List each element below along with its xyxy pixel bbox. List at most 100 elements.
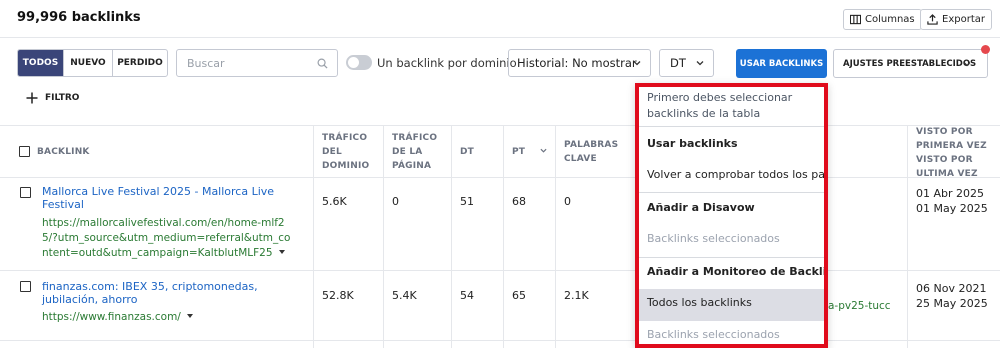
dropdown-divider: [639, 257, 824, 258]
search-input[interactable]: [187, 50, 317, 76]
keywords-value: 2.1K: [564, 289, 589, 302]
header-divider: [0, 37, 1000, 38]
column-divider: [555, 125, 556, 348]
backlink-url-line: 5/?utm_source&utm_medium=referral&utm_co: [42, 232, 291, 244]
header-pt[interactable]: PT: [512, 145, 548, 159]
dropdown-divider: [639, 192, 824, 193]
column-divider: [383, 125, 384, 348]
section-add-monitoring: Añadir a Monitoreo de Backlinks: [647, 265, 827, 278]
search-icon[interactable]: [317, 58, 328, 69]
page-traffic-value: 5.4K: [392, 289, 417, 302]
page-traffic-value: 0: [392, 195, 399, 208]
history-select[interactable]: Historial: No mostrar: [508, 49, 651, 77]
chevron-down-icon: [963, 62, 971, 67]
backlink-title-link[interactable]: finanzas.com: IBEX 35, criptomonedas, ju…: [42, 280, 258, 306]
header-keywords[interactable]: PALABRAS CLAVE: [564, 138, 618, 166]
notification-dot: [981, 45, 990, 54]
export-label: Exportar: [942, 14, 985, 25]
first-seen-date: 01 Abr 2025: [916, 187, 985, 200]
caret-down-icon[interactable]: [278, 250, 285, 254]
segment-todos[interactable]: TODOS: [18, 50, 64, 76]
dropdown-divider: [639, 126, 824, 127]
monitor-selected-item[interactable]: Backlinks seleccionados: [647, 328, 780, 341]
table-header-border: [0, 177, 1000, 178]
header-keywords-line: CLAVE: [564, 154, 597, 164]
header-seen[interactable]: VISTO POR PRIMERA VEZ VISTO POR ULTIMA V…: [916, 125, 987, 181]
columns-button[interactable]: Columnas: [843, 9, 922, 30]
presets-button[interactable]: AJUSTES PREESTABLECIDOS: [833, 49, 988, 78]
row-checkbox[interactable]: [20, 187, 31, 198]
header-page-traffic-line: PÁGINA: [392, 161, 432, 171]
header-domain-traffic-line: DEL: [322, 147, 342, 157]
dt-select[interactable]: DT: [659, 49, 714, 77]
one-per-domain-toggle[interactable]: [346, 55, 372, 70]
header-dt[interactable]: DT: [460, 145, 474, 159]
header-pt-label: PT: [512, 147, 526, 157]
header-seen-line: ULTIMA VEZ: [916, 169, 978, 179]
seen-dates: 06 Nov 2021 25 May 2025: [916, 281, 988, 311]
recheck-all-item[interactable]: Volver a comprobar todos los par...: [647, 168, 824, 181]
header-domain-traffic-line: DOMINIO: [322, 161, 370, 171]
backlink-url-text: https://www.finanzas.com/: [42, 311, 181, 323]
use-backlinks-button[interactable]: USAR BACKLINKS: [736, 49, 827, 78]
export-button[interactable]: Exportar: [920, 9, 992, 30]
dropdown-note: Primero debes seleccionar backlinks de l…: [647, 90, 792, 122]
backlink-title-line: finanzas.com: IBEX 35, criptomonedas,: [42, 280, 258, 293]
plus-icon: [26, 92, 38, 104]
domain-traffic-value: 52.8K: [322, 289, 354, 302]
filter-label: FILTRO: [45, 93, 80, 103]
monitor-all-item[interactable]: Todos los backlinks: [647, 296, 752, 309]
backlink-title-link[interactable]: Mallorca Live Festival 2025 - Mallorca L…: [42, 185, 274, 211]
row-divider: [0, 270, 1000, 271]
dropdown-note-line: Primero debes seleccionar: [647, 91, 793, 104]
header-backlink[interactable]: BACKLINK: [37, 145, 90, 159]
columns-icon: [850, 14, 861, 25]
upload-icon: [927, 14, 938, 25]
caret-down-icon[interactable]: [186, 314, 193, 318]
header-page-traffic-line: DE LA: [392, 147, 423, 157]
segment-control: TODOS NUEVO PERDIDO: [17, 49, 168, 77]
header-domain-traffic[interactable]: TRÁFICO DEL DOMINIO: [322, 131, 369, 173]
dt-value: 54: [460, 289, 474, 302]
backlink-url-line: ntent=outd&utm_campaign=KaltblutMLF25: [42, 246, 290, 261]
header-page-traffic[interactable]: TRÁFICO DE LA PÁGINA: [392, 131, 437, 173]
dropdown-note-line: backlinks de la tabla: [647, 107, 761, 120]
backlink-title-line: Mallorca Live Festival 2025 - Mallorca L…: [42, 185, 275, 198]
dt-value: 51: [460, 195, 474, 208]
row-checkbox[interactable]: [20, 281, 31, 292]
header-page-traffic-line: TRÁFICO: [392, 133, 438, 143]
target-url-partial[interactable]: a-pv25-tucc: [828, 300, 891, 312]
backlink-url-text: ntent=outd&utm_campaign=KaltblutMLF25: [42, 247, 273, 259]
seen-dates: 01 Abr 2025 01 May 2025: [916, 186, 988, 216]
presets-label: AJUSTES PREESTABLECIDOS: [843, 58, 977, 69]
header-seen-line: VISTO POR: [916, 127, 973, 137]
header-seen-line: PRIMERA VEZ: [916, 141, 987, 151]
column-divider: [503, 125, 504, 348]
segment-perdido[interactable]: PERDIDO: [113, 50, 167, 76]
pt-value: 68: [512, 195, 526, 208]
header-seen-line: VISTO POR: [916, 155, 973, 165]
select-all-checkbox[interactable]: [19, 146, 30, 157]
backlink-url[interactable]: https://mallorcalivefestival.com/en/home…: [42, 216, 290, 261]
columns-label: Columnas: [865, 14, 915, 25]
header-domain-traffic-line: TRÁFICO: [322, 133, 368, 143]
backlink-url-line: https://mallorcalivefestival.com/en/home…: [42, 217, 285, 229]
segment-nuevo[interactable]: NUEVO: [64, 50, 113, 76]
backlink-title-line: jubilación, ahorro: [42, 293, 138, 306]
toggle-label: Un backlink por dominio: [377, 56, 517, 70]
search-box: [176, 49, 338, 77]
row-divider: [0, 340, 1000, 341]
disavow-selected-item[interactable]: Backlinks seleccionados: [647, 232, 780, 245]
backlink-title-line: Festival: [42, 198, 84, 211]
chevron-down-icon: [696, 61, 704, 66]
keywords-value: 0: [564, 195, 571, 208]
filter-button[interactable]: FILTRO: [26, 92, 79, 104]
domain-traffic-value: 5.6K: [322, 195, 347, 208]
backlink-url[interactable]: https://www.finanzas.com/: [42, 310, 193, 325]
last-seen-date: 01 May 2025: [916, 202, 988, 215]
use-backlinks-dropdown: Primero debes seleccionar backlinks de l…: [635, 83, 828, 348]
column-divider: [907, 125, 908, 348]
page-title: 99,996 backlinks: [17, 10, 141, 25]
table-top-border: [0, 125, 1000, 126]
sort-chevron-icon: [540, 148, 548, 153]
